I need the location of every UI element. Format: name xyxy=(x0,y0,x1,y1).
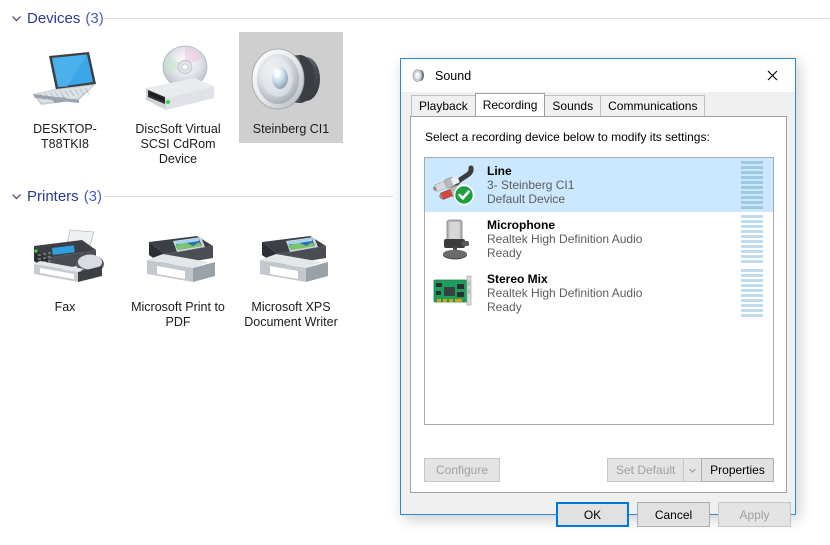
properties-button[interactable]: Properties xyxy=(701,458,774,482)
microphone-icon xyxy=(429,215,483,263)
level-meter xyxy=(741,215,763,263)
set-default-split-button[interactable]: Set Default xyxy=(607,458,703,482)
tab-sounds[interactable]: Sounds xyxy=(544,95,602,116)
printer-tile-label: Microsoft Print to PDF xyxy=(131,300,225,329)
chevron-down-icon[interactable] xyxy=(683,458,703,482)
panel-button-row: Configure Set Default Properties xyxy=(411,458,786,482)
group-count-printers: (3) xyxy=(83,187,103,205)
printer-tile-fax[interactable]: Fax xyxy=(13,210,117,321)
device-tile-desktop[interactable]: DESKTOP-T88TKI8 xyxy=(13,32,117,158)
cancel-button[interactable]: Cancel xyxy=(637,502,710,527)
recording-tab-panel: Select a recording device below to modif… xyxy=(410,116,787,493)
device-tile-label: Steinberg CI1 xyxy=(252,122,330,136)
device-status: Ready xyxy=(487,246,522,260)
printer-tile-label: Fax xyxy=(54,300,76,314)
explorer-window: Devices (3) DESKTOP-T88TKI8 DiscSoft Vir… xyxy=(0,0,830,545)
dialog-tabstrip: Playback Recording Sounds Communications xyxy=(401,93,795,116)
sound-card-icon xyxy=(429,269,483,317)
device-text: Line 3- Steinberg CI1 Default Device xyxy=(483,164,741,206)
group-count-devices: (3) xyxy=(85,9,104,27)
group-rule-devices xyxy=(104,18,830,19)
cd-rom-drive-icon xyxy=(126,38,230,120)
device-tile-label: DESKTOP-T88TKI8 xyxy=(33,122,97,151)
rca-line-in-icon xyxy=(429,161,483,209)
chevron-down-icon[interactable] xyxy=(8,188,24,204)
device-description: 3- Steinberg CI1 xyxy=(487,178,575,192)
group-rule-printers xyxy=(104,196,393,197)
tab-recording[interactable]: Recording xyxy=(474,93,546,116)
device-status: Default Device xyxy=(487,192,566,206)
device-name: Stereo Mix xyxy=(487,272,548,286)
level-meter xyxy=(741,161,763,209)
device-list-item-stereo-mix[interactable]: Stereo Mix Realtek High Definition Audio… xyxy=(425,266,773,320)
device-list-item-microphone[interactable]: Microphone Realtek High Definition Audio… xyxy=(425,212,773,266)
fax-machine-icon xyxy=(13,216,117,298)
device-name: Microphone xyxy=(487,218,555,232)
device-name: Line xyxy=(487,164,512,178)
panel-caption: Select a recording device below to modif… xyxy=(425,130,710,144)
level-meter xyxy=(741,269,763,317)
device-list-item-line[interactable]: Line 3- Steinberg CI1 Default Device xyxy=(425,158,773,212)
printer-tile-print-to-pdf[interactable]: Microsoft Print to PDF xyxy=(126,210,230,336)
group-header-printers[interactable]: Printers (3) xyxy=(8,186,102,206)
device-status: Ready xyxy=(487,300,522,314)
device-text: Stereo Mix Realtek High Definition Audio… xyxy=(483,272,741,314)
device-description: Realtek High Definition Audio xyxy=(487,232,643,246)
dialog-button-row: OK Cancel Apply xyxy=(401,502,795,528)
device-text: Microphone Realtek High Definition Audio… xyxy=(483,218,741,260)
printer-tile-label: Microsoft XPS Document Writer xyxy=(244,300,338,329)
dialog-title: Sound xyxy=(435,68,472,83)
group-title-devices: Devices xyxy=(27,9,81,27)
set-default-button[interactable]: Set Default xyxy=(607,458,684,482)
ok-button[interactable]: OK xyxy=(556,502,629,527)
printer-tile-xps-writer[interactable]: Microsoft XPS Document Writer xyxy=(239,210,343,336)
printer-icon xyxy=(239,216,343,298)
group-title-printers: Printers xyxy=(27,187,79,205)
device-description: Realtek High Definition Audio xyxy=(487,286,643,300)
device-tile-cdrom[interactable]: DiscSoft Virtual SCSI CdRom Device xyxy=(126,32,230,173)
tab-communications[interactable]: Communications xyxy=(600,95,706,116)
dialog-titlebar[interactable]: Sound xyxy=(401,59,795,92)
device-tile-label: DiscSoft Virtual SCSI CdRom Device xyxy=(135,122,221,166)
configure-button[interactable]: Configure xyxy=(424,458,500,482)
device-tile-steinberg-ci1[interactable]: Steinberg CI1 xyxy=(239,32,343,143)
chevron-down-icon[interactable] xyxy=(8,10,24,26)
speaker-audio-device-icon xyxy=(239,38,343,120)
laptop-computer-icon xyxy=(13,38,117,120)
group-header-devices[interactable]: Devices (3) xyxy=(8,8,104,28)
apply-button[interactable]: Apply xyxy=(718,502,791,527)
printer-icon xyxy=(126,216,230,298)
close-icon[interactable] xyxy=(750,59,795,91)
speaker-icon xyxy=(411,68,427,84)
tab-playback[interactable]: Playback xyxy=(411,95,476,116)
recording-device-list[interactable]: Line 3- Steinberg CI1 Default Device Mic… xyxy=(424,157,774,425)
sound-dialog: Sound Playback Recording Sounds Communic… xyxy=(400,58,796,527)
